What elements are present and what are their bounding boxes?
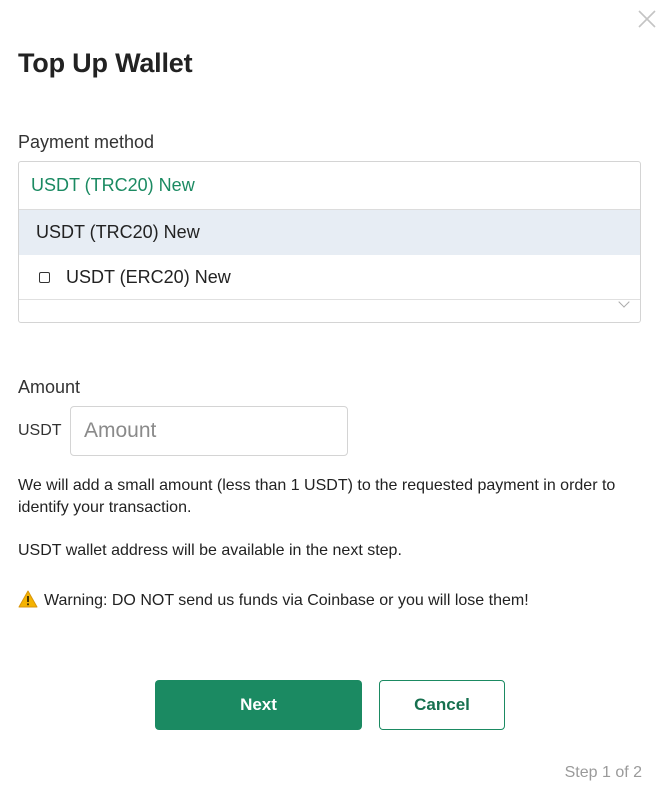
amount-label: Amount <box>18 377 81 397</box>
payment-method-label: Payment method <box>18 132 155 152</box>
payment-method-select[interactable]: USDT (TRC20) New USDT (TRC20) New USDT (… <box>18 161 641 323</box>
payment-option-erc20[interactable]: USDT (ERC20) New <box>19 255 640 300</box>
close-icon <box>638 10 656 28</box>
amount-input[interactable] <box>70 406 348 456</box>
identification-note: We will add a small amount (less than 1 … <box>18 477 616 516</box>
payment-option-trc20[interactable]: USDT (TRC20) New <box>19 210 640 255</box>
option-checkbox[interactable] <box>39 271 50 283</box>
dialog-title: Top Up Wallet <box>18 48 193 78</box>
step-indicator: Step 1 of 2 <box>564 764 642 781</box>
cancel-button[interactable]: Cancel <box>379 680 505 730</box>
warning-icon <box>18 590 38 608</box>
payment-method-selected-value[interactable]: USDT (TRC20) New <box>19 162 640 210</box>
address-note: USDT wallet address will be available in… <box>18 542 402 559</box>
payment-option-label: USDT (TRC20) New <box>36 222 200 242</box>
close-button[interactable] <box>636 8 658 30</box>
payment-option-label: USDT (ERC20) New <box>66 266 231 287</box>
coinbase-warning: Warning: DO NOT send us funds via Coinba… <box>18 590 628 612</box>
next-button[interactable]: Next <box>155 680 362 730</box>
warning-text: Warning: DO NOT send us funds via Coinba… <box>44 592 529 609</box>
currency-label: USDT <box>18 422 62 439</box>
